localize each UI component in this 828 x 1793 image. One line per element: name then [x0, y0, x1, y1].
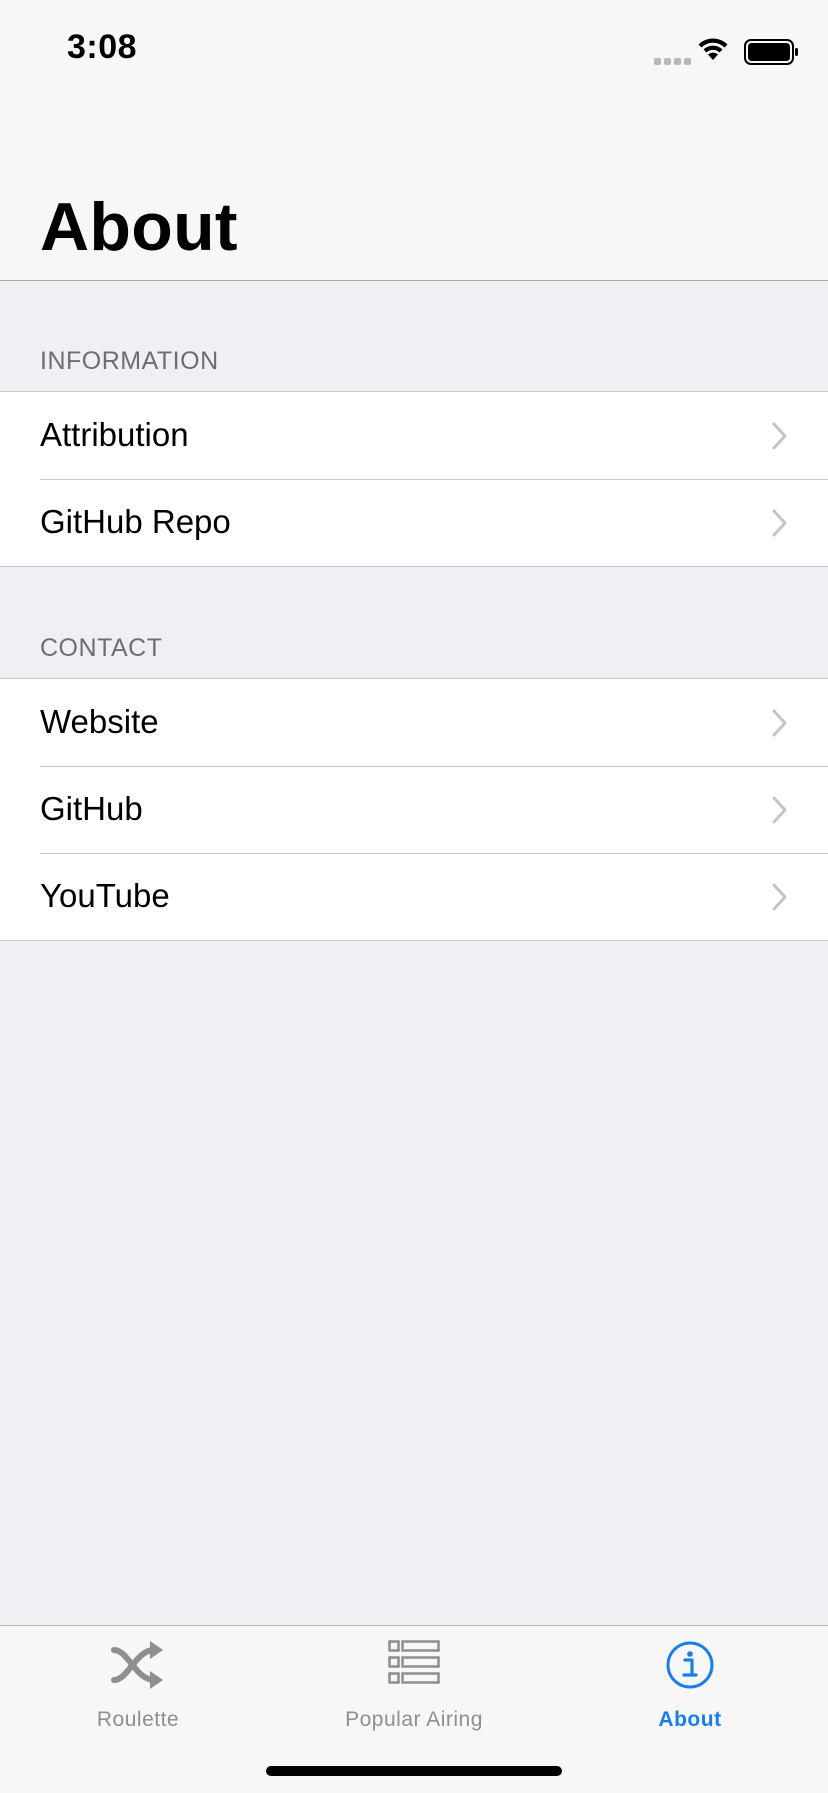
tab-about[interactable]: About [552, 1626, 828, 1736]
status-bar: 3:08 [0, 0, 828, 100]
list-icon [388, 1640, 440, 1684]
chevron-right-icon [772, 509, 787, 537]
status-time: 3:08 [67, 28, 138, 66]
tab-roulette[interactable]: Roulette [0, 1626, 276, 1736]
website-cell[interactable]: Website [0, 679, 828, 766]
chevron-right-icon [772, 796, 787, 824]
tab-label: Popular Airing [345, 1708, 483, 1731]
github-repo-cell[interactable]: GitHub Repo [0, 479, 828, 566]
shuffle-icon [111, 1641, 163, 1689]
tab-label: Roulette [96, 1708, 180, 1731]
cellular-signal-icon [654, 52, 694, 70]
contact-group: Website GitHub YouTube [0, 678, 828, 941]
wifi-icon [698, 38, 728, 60]
tab-label: About [658, 1708, 722, 1731]
page-title: About [40, 189, 238, 265]
chevron-right-icon [772, 422, 787, 450]
cell-label: YouTube [40, 877, 170, 914]
attribution-cell[interactable]: Attribution [0, 392, 828, 479]
home-indicator[interactable] [266, 1766, 562, 1776]
battery-icon [744, 39, 798, 65]
cell-label: Attribution [40, 416, 189, 453]
information-group: Attribution GitHub Repo [0, 391, 828, 567]
github-cell[interactable]: GitHub [0, 766, 828, 853]
section-header-information: INFORMATION [40, 347, 219, 375]
section-header-contact: CONTACT [40, 634, 163, 662]
chevron-right-icon [772, 709, 787, 737]
tab-popular-airing[interactable]: Popular Airing [276, 1626, 552, 1736]
youtube-cell[interactable]: YouTube [0, 853, 828, 940]
cell-label: GitHub Repo [40, 503, 231, 540]
cell-label: GitHub [40, 790, 143, 827]
chevron-right-icon [772, 883, 787, 911]
cell-label: Website [40, 703, 159, 740]
navigation-bar: About [0, 100, 828, 281]
info-icon [666, 1641, 714, 1689]
